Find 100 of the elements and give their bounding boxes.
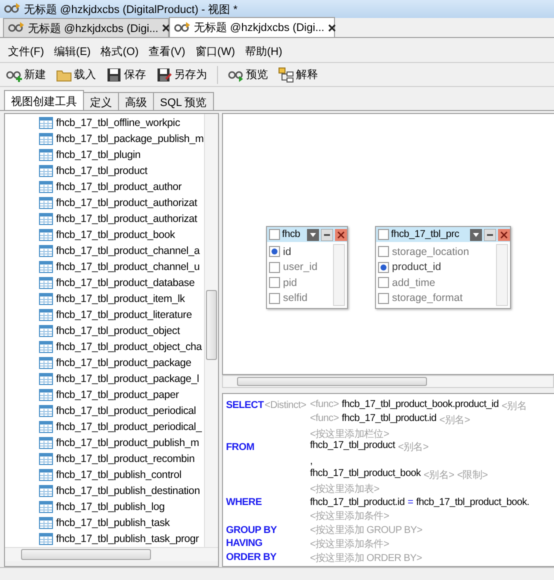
column-name[interactable]: product_id [392, 261, 442, 274]
table-icon [39, 517, 53, 529]
table-name[interactable]: fhcb_17_tbl_product_database [56, 277, 195, 289]
table-icon [39, 373, 53, 385]
table-name[interactable]: fhcb_17_tbl_publish_task [56, 517, 170, 529]
sql-text: fhcb_17_tbl_product_book. [416, 496, 530, 508]
table-name[interactable]: fhcb_17_tbl_product [56, 165, 148, 177]
table-name[interactable]: fhcb_17_tbl_product_object_cha [56, 341, 202, 353]
sql-text: fhcb_17_tbl_product.id [342, 412, 436, 426]
table-name[interactable]: fhcb_17_tbl_product_authorizat [56, 213, 198, 225]
table-icon [39, 149, 53, 161]
horizontal-scrollbar[interactable] [5, 547, 218, 561]
table-icon [39, 437, 53, 449]
table-icon [39, 501, 53, 513]
vertical-scrollbar[interactable] [333, 244, 345, 306]
table-name[interactable]: fhcb_17_tbl_product_author [56, 181, 182, 193]
table-name[interactable]: fhcb_17_tbl_product_authorizat [56, 197, 198, 209]
explain-button[interactable]: 解释 [276, 66, 320, 84]
document-tab[interactable]: 无标题 @hzkjdxcbs (Digi... [3, 18, 169, 37]
close-icon [498, 228, 510, 240]
table-name[interactable]: fhcb_17_tbl_publish_task_progr [56, 533, 199, 545]
column-name[interactable]: add_time [392, 276, 436, 289]
table-icon [39, 309, 53, 321]
table-icon [39, 117, 53, 129]
sql-keyword: SELECT [226, 400, 264, 412]
column-name[interactable]: user_id [283, 261, 318, 274]
table-name[interactable]: fhcb_17_tbl_product_channel_a [56, 245, 200, 257]
table-icon [39, 421, 53, 433]
column-name[interactable]: storage_location [392, 246, 470, 258]
table-name[interactable]: fhcb_17_tbl_product_literature [56, 309, 192, 321]
tab[interactable]: SQL 预览 [153, 92, 214, 110]
table-name[interactable]: fhcb_17_tbl_publish_log [56, 501, 165, 513]
tab[interactable]: 高级 [118, 92, 154, 110]
checkbox[interactable] [378, 229, 389, 240]
table-name[interactable]: fhcb_17_tbl_product_item_lk [56, 293, 185, 305]
table-name[interactable]: fhcb_17_tbl_product_book [56, 229, 175, 241]
menu-item[interactable]: 格式(O) [100, 44, 139, 59]
tab[interactable]: 视图创建工具 [4, 90, 84, 110]
window-title: 无标题 @hzkjdxcbs (DigitalProduct) - 视图 * [24, 2, 238, 16]
table-icon [39, 341, 53, 353]
table-icon [39, 181, 53, 193]
table-icon [39, 133, 53, 145]
sql-text: fhcb_17_tbl_product [310, 440, 395, 454]
column-name[interactable]: id [283, 246, 292, 258]
save-button[interactable]: 保存 [104, 66, 148, 84]
table-window[interactable]: fhcb id user_id pid selfid [266, 226, 348, 309]
sql-keyword: ORDER BY [226, 552, 276, 564]
table-icon [39, 277, 53, 289]
document-tab[interactable]: 无标题 @hzkjdxcbs (Digi... [169, 17, 335, 37]
save-as-button[interactable]: 另存为 [154, 66, 209, 84]
menu-item[interactable]: 文件(F) [8, 44, 44, 59]
table-icon [39, 213, 53, 225]
table-name[interactable]: fhcb_17_tbl_product_recombin [56, 453, 195, 465]
table-icon [39, 389, 53, 401]
minimize-icon [321, 228, 333, 240]
table-icon [39, 357, 53, 369]
minimize-icon [484, 228, 496, 240]
column-name[interactable]: selfid [283, 292, 308, 304]
menu-item[interactable]: 查看(V) [148, 44, 186, 59]
menu-item[interactable]: 编辑(E) [54, 44, 91, 59]
sql-text: , [310, 456, 312, 467]
column-name[interactable]: storage_format [392, 292, 463, 304]
checkbox[interactable] [269, 229, 280, 240]
table-name[interactable]: fhcb_17_tbl_product_periodical [56, 405, 196, 417]
table-name[interactable]: fhcb_17_tbl_offline_workpic [56, 117, 180, 129]
vertical-scrollbar[interactable] [496, 244, 508, 306]
close-icon [162, 24, 170, 32]
close-icon [335, 228, 347, 240]
sql-keyword: FROM [226, 442, 254, 453]
sql-operator: = [408, 496, 414, 508]
tab[interactable]: 定义 [83, 92, 119, 110]
dropdown-icon [307, 228, 319, 240]
close-icon [328, 24, 336, 32]
column-name[interactable]: pid [283, 276, 298, 289]
table-name[interactable]: fhcb_17_tbl_product_channel_u [56, 261, 200, 273]
sql-text: fhcb_17_tbl_product_book [310, 468, 421, 481]
table-title: fhcb [282, 229, 302, 240]
table-name[interactable]: fhcb_17_tbl_product_object [56, 325, 180, 337]
table-icon [39, 325, 53, 337]
table-name[interactable]: fhcb_17_tbl_publish_control [56, 469, 182, 481]
table-name[interactable]: fhcb_17_tbl_product_publish_m [56, 437, 200, 449]
table-name[interactable]: fhcb_17_tbl_product_periodical_ [56, 421, 202, 433]
dropdown-icon [470, 228, 482, 240]
preview-button[interactable]: 预览 [226, 66, 270, 84]
menu-item[interactable]: 帮助(H) [245, 44, 282, 59]
tree-structure-icon [278, 66, 294, 82]
new-button[interactable]: 新建 [4, 66, 48, 84]
table-name[interactable]: fhcb_17_tbl_package_publish_m [56, 133, 204, 145]
table-name[interactable]: fhcb_17_tbl_publish_destination [56, 485, 200, 497]
table-icon [39, 485, 53, 497]
table-icon [39, 197, 53, 209]
load-button[interactable]: 载入 [54, 66, 98, 84]
menu-item[interactable]: 窗口(W) [195, 44, 235, 59]
table-name[interactable]: fhcb_17_tbl_product_package_l [56, 373, 200, 385]
table-name[interactable]: fhcb_17_tbl_plugin [56, 149, 141, 161]
horizontal-scrollbar[interactable] [222, 375, 554, 388]
table-name[interactable]: fhcb_17_tbl_product_package [56, 357, 192, 369]
vertical-scrollbar[interactable] [204, 114, 218, 547]
table-window[interactable]: fhcb_17_tbl_prc storage_location product_id add_time storage_format [375, 226, 511, 309]
table-name[interactable]: fhcb_17_tbl_product_paper [56, 389, 179, 401]
